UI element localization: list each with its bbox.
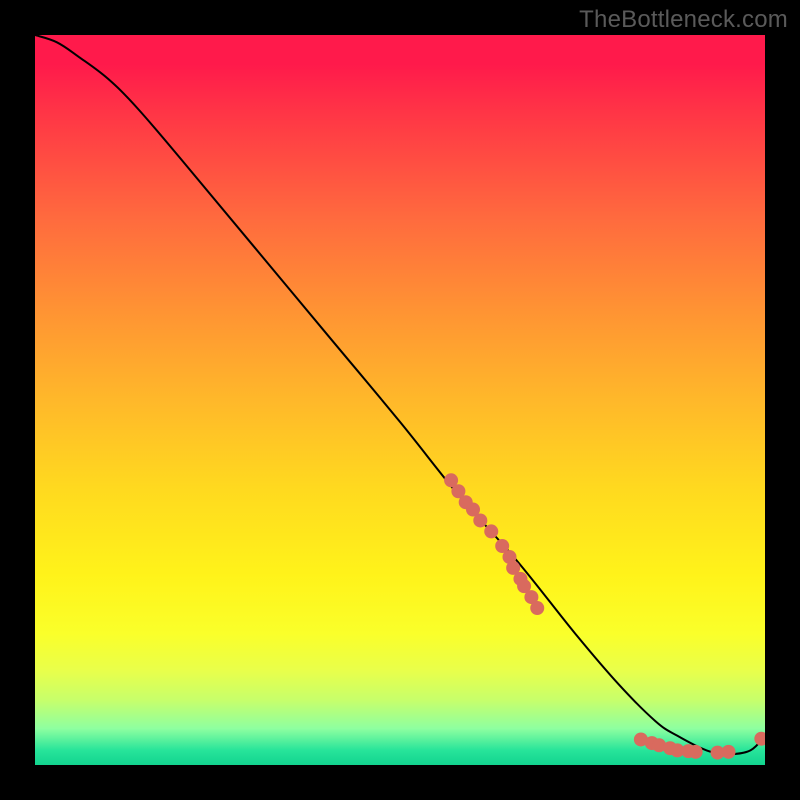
highlight-dot bbox=[459, 495, 473, 509]
highlight-dot bbox=[495, 539, 509, 553]
highlight-dot bbox=[711, 746, 725, 760]
highlight-dot bbox=[513, 572, 527, 586]
highlight-dot bbox=[689, 745, 703, 759]
highlight-dot bbox=[517, 579, 531, 593]
highlight-dot bbox=[754, 732, 765, 746]
highlight-dot bbox=[722, 745, 736, 759]
highlight-dot bbox=[652, 738, 666, 752]
highlight-dot bbox=[681, 744, 695, 758]
highlight-dot bbox=[484, 524, 498, 538]
bottleneck-curve bbox=[35, 35, 765, 754]
highlight-dot bbox=[645, 736, 659, 750]
chart-frame: TheBottleneck.com bbox=[0, 0, 800, 800]
highlight-dot bbox=[524, 590, 538, 604]
highlight-dot bbox=[466, 503, 480, 517]
highlight-dot bbox=[670, 743, 684, 757]
highlight-dot bbox=[503, 550, 517, 564]
highlight-dot bbox=[451, 484, 465, 498]
highlight-dots bbox=[444, 473, 765, 759]
highlight-dot bbox=[444, 473, 458, 487]
highlight-dot bbox=[663, 741, 677, 755]
highlight-dot bbox=[506, 561, 520, 575]
highlight-dot bbox=[634, 732, 648, 746]
highlight-dot bbox=[473, 513, 487, 527]
watermark-text: TheBottleneck.com bbox=[579, 6, 788, 34]
highlight-dot bbox=[530, 601, 544, 615]
plot-area bbox=[35, 35, 765, 765]
chart-svg bbox=[35, 35, 765, 765]
